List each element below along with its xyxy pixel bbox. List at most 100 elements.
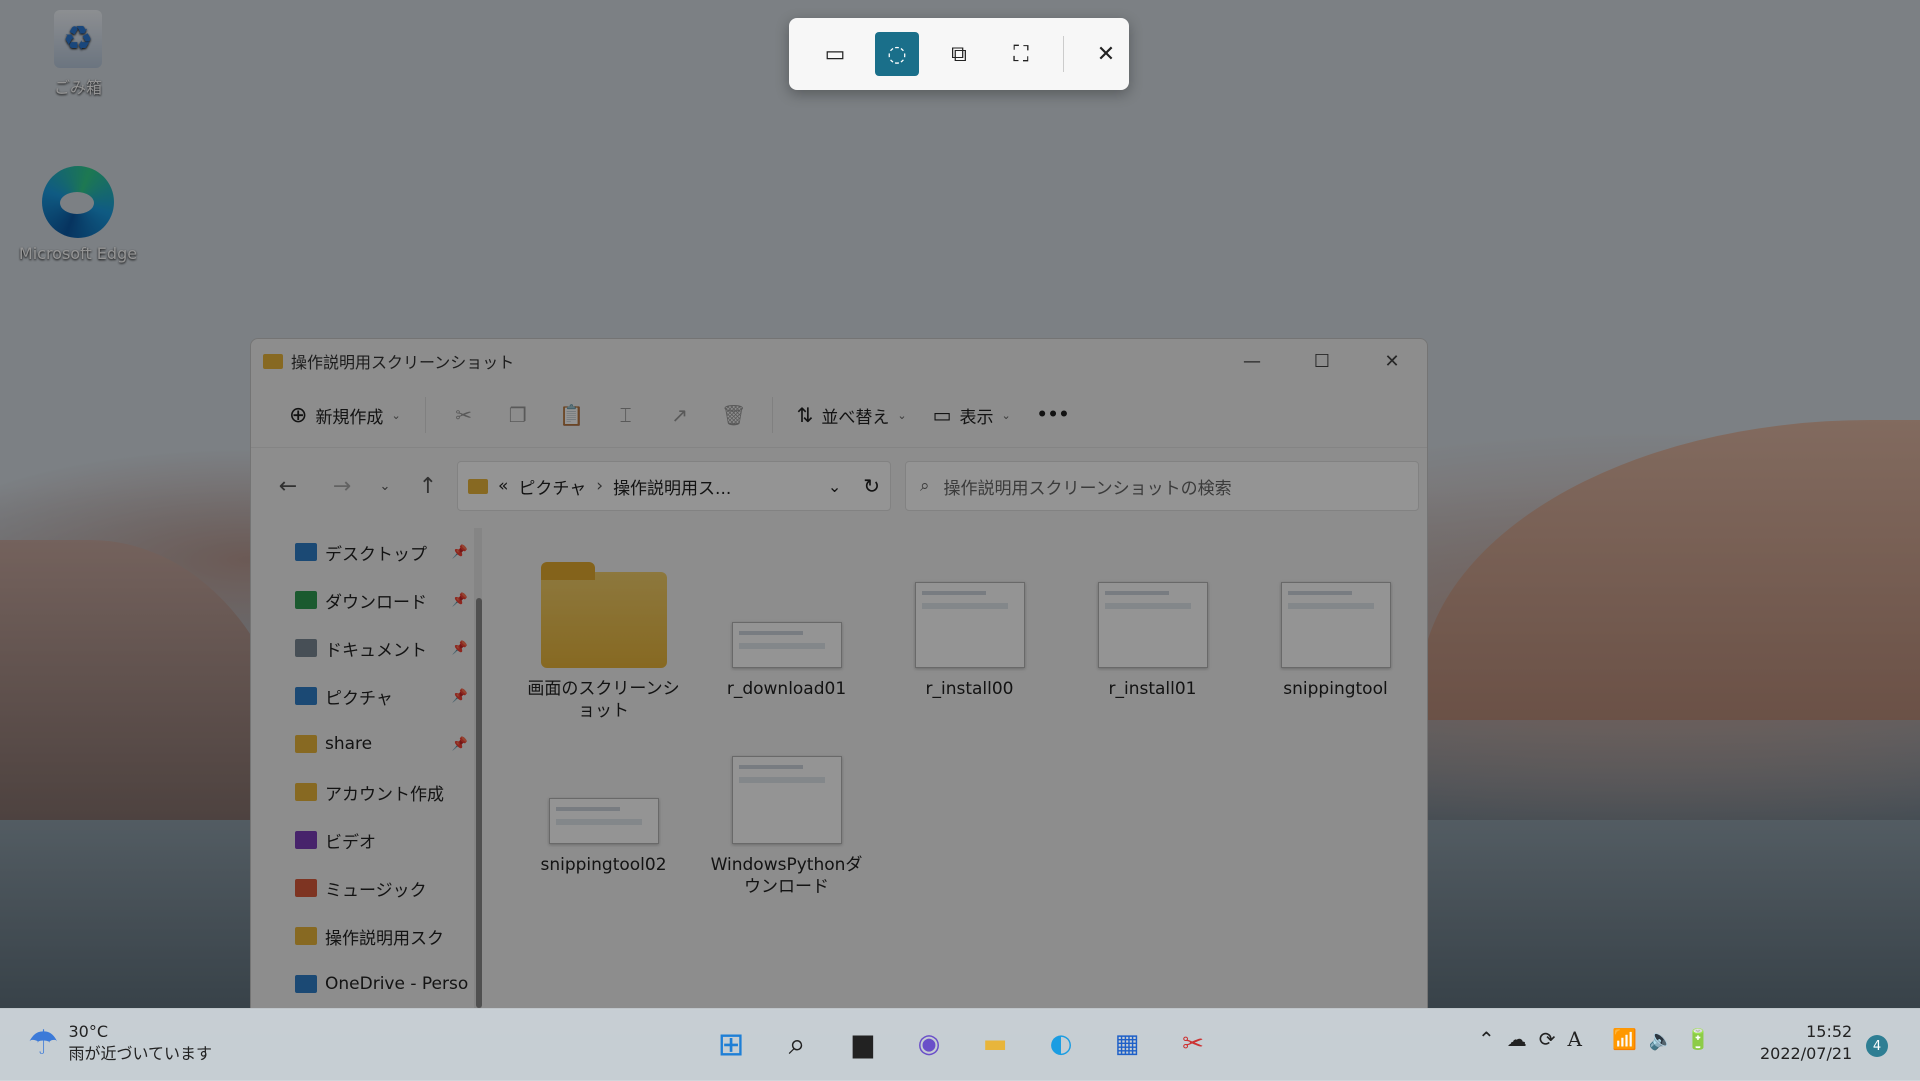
forward-button[interactable]: → <box>317 466 367 506</box>
freeform-snip-button[interactable]: ◌ <box>875 32 919 76</box>
file-explorer-button[interactable]: ▬ <box>972 1021 1018 1067</box>
recent-locations-button[interactable]: ⌄ <box>371 466 399 506</box>
system-tray: ⌃ ☁ ⟳ A 📶 🔈 🔋 <box>1478 1027 1711 1051</box>
nav-item-icon <box>295 591 317 609</box>
address-dropdown-icon[interactable]: ⌄ <box>828 477 841 496</box>
nav-scrollbar[interactable] <box>473 528 482 1009</box>
window-snip-button[interactable]: ⧉ <box>937 32 981 76</box>
folder-item[interactable]: 画面のスクリーンショット <box>512 554 695 730</box>
nav-item[interactable]: ピクチャ 📌 <box>295 672 474 720</box>
nav-item-label: ダウンロード <box>325 592 427 613</box>
view-button-label: 表示 <box>959 407 994 428</box>
chevron-up-icon[interactable]: ⌃ <box>1478 1027 1495 1051</box>
file-item[interactable]: snippingtool <box>1244 554 1427 730</box>
search-box[interactable]: ⌕ 操作説明用スクリーンショットの検索 <box>905 461 1419 511</box>
minimize-button[interactable]: — <box>1217 339 1287 383</box>
sort-button[interactable]: ⇅ 並べ替え ⌄ <box>787 395 917 435</box>
pin-icon: 📌 <box>451 736 468 752</box>
close-snip-button[interactable]: ✕ <box>1084 32 1128 76</box>
edge-button[interactable]: ◐ <box>1038 1021 1084 1067</box>
command-bar: ⊕ 新規作成 ⌄ ✂ ❐ 📋 ⌶ ↗ 🗑 ⇅ 並べ替え ⌄ ▭ 表示 ⌄ ••• <box>251 383 1427 448</box>
umbrella-rain-icon: ☂ <box>28 1023 59 1063</box>
image-thumbnail <box>1097 582 1208 668</box>
snipping-tool-button[interactable]: ✂ <box>1170 1021 1216 1067</box>
file-item[interactable]: r_install00 <box>878 554 1061 730</box>
view-button[interactable]: ▭ 表示 ⌄ <box>923 395 1021 435</box>
window-snip-icon: ⧉ <box>951 41 967 67</box>
file-item[interactable]: WindowsPythonダウンロード <box>695 730 878 906</box>
scissors-icon: ✂ <box>1182 1029 1204 1059</box>
scroll-thumb[interactable] <box>475 598 482 1008</box>
toolbar-divider <box>424 397 426 433</box>
image-thumbnail <box>548 798 659 844</box>
scissors-icon: ✂ <box>455 403 473 427</box>
nav-item[interactable]: ドキュメント 📌 <box>295 624 474 672</box>
new-button[interactable]: ⊕ 新規作成 ⌄ <box>279 395 411 435</box>
file-name: 画面のスクリーンショット <box>527 679 680 721</box>
battery-icon[interactable]: 🔋 <box>1686 1027 1711 1051</box>
paste-button[interactable]: 📋 <box>548 395 596 435</box>
more-options-button[interactable]: ••• <box>1027 395 1080 435</box>
copy-icon: ❐ <box>508 403 527 427</box>
toolbar-divider <box>771 397 773 433</box>
snip-divider <box>1063 36 1064 72</box>
store-button[interactable]: ▦ <box>1104 1021 1150 1067</box>
nav-item-label: 操作説明用スク <box>325 928 444 949</box>
file-item[interactable]: r_install01 <box>1061 554 1244 730</box>
maximize-button[interactable]: ☐ <box>1287 339 1357 383</box>
task-view-button[interactable]: ▆ <box>840 1021 886 1067</box>
onedrive-cloud-icon[interactable]: ☁ <box>1507 1027 1527 1051</box>
image-thumbnail <box>1280 582 1391 668</box>
nav-item-label: アカウント作成 <box>325 784 444 805</box>
copy-button[interactable]: ❐ <box>494 395 542 435</box>
nav-item[interactable]: アカウント作成 <box>295 768 474 816</box>
pin-icon: 📌 <box>451 688 468 704</box>
windows-logo-icon: ⊞ <box>717 1025 745 1063</box>
taskbar-apps: ⊞ ⌕ ▆ ◉ ▬ ◐ ▦ ✂ <box>708 1021 1216 1067</box>
notification-badge[interactable]: 4 <box>1866 1035 1888 1057</box>
refresh-icon[interactable]: ↻ <box>863 474 880 498</box>
search-button[interactable]: ⌕ <box>774 1021 820 1067</box>
chat-button[interactable]: ◉ <box>906 1021 952 1067</box>
share-button[interactable]: ↗ <box>656 395 704 435</box>
delete-button[interactable]: 🗑 <box>710 395 758 435</box>
desktop-icon-edge[interactable]: Microsoft Edge <box>18 166 138 263</box>
nav-item[interactable]: OneDrive - Perso <box>295 960 474 1008</box>
file-item[interactable]: snippingtool02 <box>512 730 695 906</box>
fullscreen-snip-button[interactable]: ⛶ <box>999 32 1043 76</box>
rectangle-snip-button[interactable]: ▭ <box>813 32 857 76</box>
clock[interactable]: 15:52 2022/07/21 <box>1760 1021 1852 1065</box>
wallpaper-dune-right <box>1420 420 1920 720</box>
file-name: WindowsPythonダウンロード <box>710 855 863 897</box>
breadcrumb-overflow[interactable]: « <box>498 476 508 496</box>
search-placeholder: 操作説明用スクリーンショットの検索 <box>943 478 1232 499</box>
up-button[interactable]: ↑ <box>403 466 453 506</box>
ime-indicator[interactable]: A <box>1568 1027 1582 1051</box>
nav-item[interactable]: ミュージック <box>295 864 474 912</box>
start-button[interactable]: ⊞ <box>708 1021 754 1067</box>
sync-icon[interactable]: ⟳ <box>1539 1027 1556 1051</box>
nav-item[interactable]: ビデオ <box>295 816 474 864</box>
close-window-button[interactable]: ✕ <box>1357 339 1427 383</box>
wifi-icon[interactable]: 📶 <box>1612 1027 1637 1051</box>
weather-widget[interactable]: ☂ 30°C 雨が近づいています <box>28 1021 212 1065</box>
nav-item[interactable]: 操作説明用スク <box>295 912 474 960</box>
nav-item[interactable]: share 📌 <box>295 720 474 768</box>
desktop-icon-recycle-bin[interactable]: ♻ ごみ箱 <box>18 10 138 98</box>
title-bar[interactable]: 操作説明用スクリーンショット — ☐ ✕ <box>251 339 1427 383</box>
file-name: snippingtool02 <box>540 855 667 875</box>
rename-button[interactable]: ⌶ <box>602 395 650 435</box>
file-item[interactable]: r_download01 <box>695 554 878 730</box>
back-button[interactable]: ← <box>263 466 313 506</box>
cut-button[interactable]: ✂ <box>440 395 488 435</box>
nav-item[interactable]: デスクトップ 📌 <box>295 528 474 576</box>
chevron-down-icon: ⌄ <box>897 408 907 422</box>
breadcrumb-item[interactable]: ピクチャ <box>518 474 586 499</box>
volume-icon[interactable]: 🔈 <box>1649 1027 1674 1051</box>
nav-item-icon <box>295 543 317 561</box>
nav-item[interactable]: ダウンロード 📌 <box>295 576 474 624</box>
breadcrumb-item[interactable]: 操作説明用ス... <box>613 474 731 499</box>
nav-item-label: ビデオ <box>325 832 376 853</box>
address-bar[interactable]: « ピクチャ › 操作説明用ス... ⌄ ↻ <box>457 461 891 511</box>
nav-item-icon <box>295 639 317 657</box>
